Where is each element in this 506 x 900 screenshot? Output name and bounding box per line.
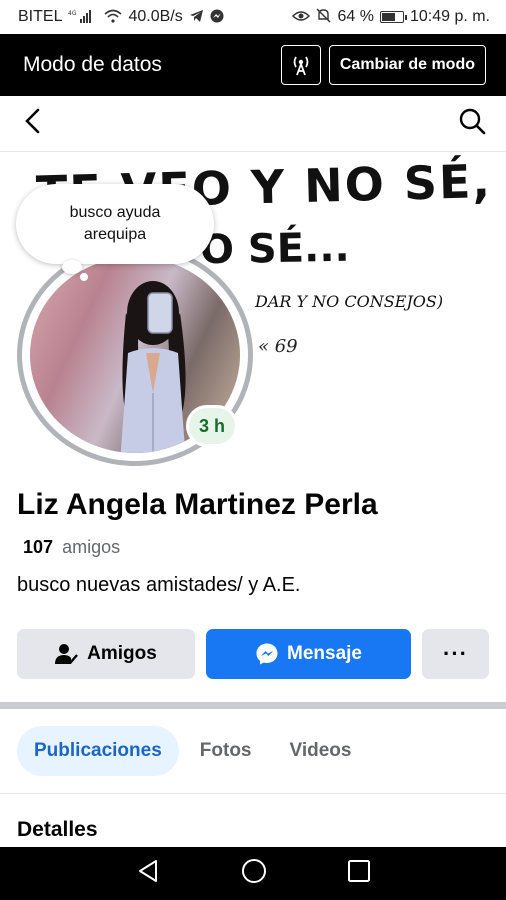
- svg-text:4G: 4G: [68, 10, 77, 17]
- cover-text-line2: O SÉ...: [199, 224, 351, 274]
- person-silhouette: [120, 281, 186, 453]
- nav-back-icon[interactable]: [136, 859, 160, 888]
- data-mode-banner: Modo de datos Cambiar de modo: [0, 34, 506, 96]
- profile-name: Liz Angela Martinez Perla: [17, 488, 378, 521]
- story-time-badge[interactable]: 3 h: [186, 405, 238, 447]
- tab-videos[interactable]: Videos: [273, 726, 369, 776]
- friends-number: 107: [23, 537, 54, 557]
- cover-text-line4: « 69: [258, 336, 298, 357]
- more-options-button[interactable]: ···: [422, 629, 489, 679]
- data-mode-title: Modo de datos: [23, 53, 162, 76]
- profile-tabs: Publicaciones Fotos Videos: [17, 726, 372, 776]
- profile-bio: busco nuevas amistades/ y A.E.: [17, 574, 301, 596]
- status-bar: BITEL 4G 40.0B/s 64 % 10:49 p. m.: [0, 0, 506, 34]
- nav-home-icon[interactable]: [241, 858, 267, 889]
- network-speed: 40.0B/s: [128, 8, 183, 25]
- eye-icon: [292, 10, 311, 25]
- tab-fotos[interactable]: Fotos: [183, 726, 269, 776]
- section-divider: [0, 702, 506, 709]
- signal-icon: 4G: [68, 9, 98, 26]
- data-mode-antenna-button[interactable]: [280, 45, 321, 85]
- friends-count[interactable]: 107 amigos: [23, 537, 120, 558]
- friends-button[interactable]: Amigos: [17, 629, 195, 679]
- friends-label: amigos: [62, 537, 121, 557]
- more-dots-icon: ···: [443, 641, 468, 666]
- carrier-label: BITEL: [18, 8, 63, 25]
- friends-check-icon: [55, 644, 79, 664]
- search-icon[interactable]: [458, 107, 486, 140]
- change-mode-button[interactable]: Cambiar de modo: [328, 45, 486, 85]
- cover-text-line3: DAR Y NO CONSEJOS): [255, 292, 444, 311]
- note-line-1: busco ayuda: [69, 204, 161, 221]
- profile-actions: Amigos Mensaje ···: [17, 629, 489, 679]
- antenna-icon: [293, 56, 309, 76]
- telegram-icon: [189, 9, 204, 26]
- mute-bell-icon: [316, 8, 331, 26]
- back-arrow-icon[interactable]: [22, 107, 44, 140]
- battery-icon: [379, 11, 407, 23]
- wifi-icon: [104, 9, 122, 26]
- note-bubble-tail-dot: [80, 273, 88, 281]
- nav-recents-icon[interactable]: [348, 860, 371, 887]
- details-heading: Detalles: [17, 818, 98, 841]
- messenger-status-icon: [210, 9, 224, 26]
- note-bubble-tail: [62, 260, 82, 274]
- message-button[interactable]: Mensaje: [206, 629, 411, 679]
- top-nav-bar: [0, 96, 506, 152]
- clock: 10:49 p. m.: [409, 8, 490, 25]
- system-nav-bar: [0, 847, 506, 900]
- message-button-label: Mensaje: [287, 643, 362, 664]
- messenger-icon: [256, 643, 278, 665]
- note-line-2: arequipa⁣: [83, 226, 147, 243]
- battery-percent: 64 %: [337, 8, 374, 25]
- profile-note-bubble[interactable]: busco ayuda arequipa⁣: [16, 184, 214, 264]
- tabs-divider: [0, 793, 506, 794]
- tab-publicaciones[interactable]: Publicaciones: [17, 726, 179, 776]
- friends-button-label: Amigos: [87, 643, 157, 664]
